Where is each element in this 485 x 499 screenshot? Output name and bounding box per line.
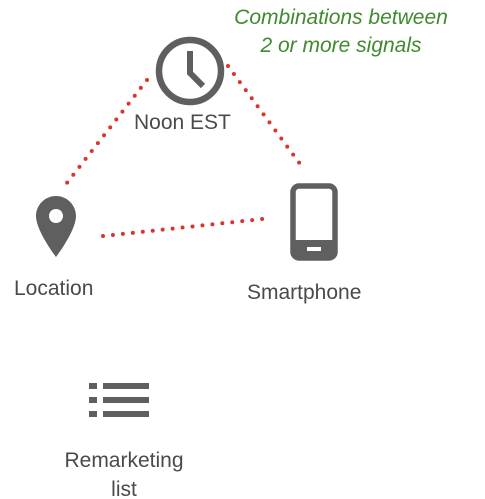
combinations-caption: Combinations between 2 or more signals: [200, 4, 482, 60]
caption-line-2: 2 or more signals: [260, 34, 422, 57]
location-label: Location: [14, 277, 94, 300]
remarketing-label-line-1: Remarketing: [64, 449, 184, 472]
clock-icon: [155, 36, 225, 106]
location-pin-icon: [36, 196, 76, 257]
clock-label: Noon EST: [134, 111, 231, 134]
connector-location-smartphone: [101, 216, 274, 238]
signals-diagram: Combinations between 2 or more signals N…: [0, 0, 485, 499]
connector-clock-smartphone: [226, 64, 305, 170]
remarketing-label-line-2: list: [111, 478, 137, 499]
caption-line-1: Combinations between: [234, 6, 448, 29]
smartphone-icon: [290, 183, 338, 261]
remarketing-label: Remarketing list: [39, 446, 209, 499]
smartphone-label: Smartphone: [247, 281, 362, 304]
list-icon: [89, 383, 149, 417]
